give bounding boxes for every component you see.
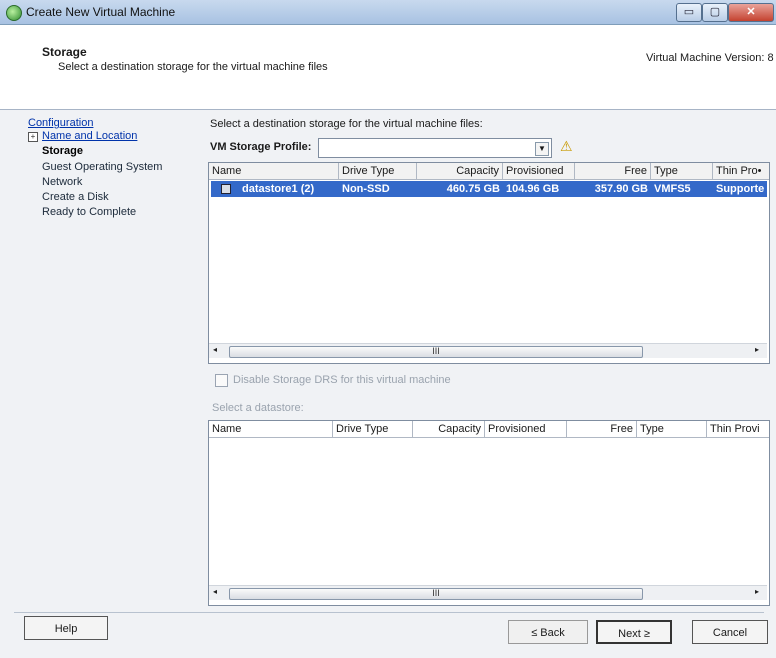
footer-divider: [14, 612, 764, 613]
step-network: Network: [42, 176, 83, 188]
step-create-disk: Create a Disk: [42, 191, 109, 203]
scroll-right-icon[interactable]: ▸: [755, 587, 759, 596]
scroll-left-icon[interactable]: ◂: [213, 345, 217, 354]
col-capacity[interactable]: Capacity: [417, 163, 503, 179]
vsphere-app-icon: [6, 5, 22, 21]
disable-drs-checkbox[interactable]: [215, 374, 228, 387]
vm-storage-profile-label: VM Storage Profile:: [210, 141, 312, 153]
minimize-button[interactable]: ▭: [676, 3, 702, 22]
cancel-button[interactable]: Cancel: [692, 620, 768, 644]
window-title: Create New Virtual Machine: [26, 5, 176, 19]
col-name[interactable]: Name: [209, 163, 339, 179]
expand-icon[interactable]: +: [28, 132, 38, 142]
table-row[interactable]: datastore1 (2) Non-SSD 460.75 GB 104.96 …: [211, 181, 767, 197]
cell-provisioned: 104.96 GB: [506, 183, 560, 195]
datastore-table: Name Drive Type Capacity Provisioned Fre…: [208, 162, 770, 364]
col-type[interactable]: Type: [651, 163, 713, 179]
col-capacity[interactable]: Capacity: [413, 421, 485, 437]
back-button[interactable]: ≤ Back: [508, 620, 588, 644]
cell-type: VMFS5: [654, 183, 691, 195]
cell-drive-type: Non-SSD: [342, 183, 390, 195]
datastore-cluster-table: Name Drive Type Capacity Provisioned Fre…: [208, 420, 770, 606]
col-provisioned[interactable]: Provisioned: [503, 163, 575, 179]
vm-storage-profile-select[interactable]: ▼: [318, 138, 552, 158]
next-button[interactable]: Next ≥: [596, 620, 672, 644]
vm-version-label: Virtual Machine Version: 8: [646, 52, 774, 64]
instruction-text: Select a destination storage for the vir…: [210, 118, 483, 130]
col-thin-provisioning[interactable]: Thin Pro•: [713, 163, 769, 179]
col-provisioned[interactable]: Provisioned: [485, 421, 567, 437]
chevron-down-icon[interactable]: ▼: [535, 142, 549, 156]
datastore-table-header: Name Drive Type Capacity Provisioned Fre…: [209, 163, 769, 180]
cell-thin: Supporte: [716, 183, 765, 195]
col-type[interactable]: Type: [637, 421, 707, 437]
title-bar[interactable]: Create New Virtual Machine ▭ ▢ ✕: [0, 0, 776, 25]
wizard-header: Storage Select a destination storage for…: [0, 25, 776, 110]
page-subtitle: Select a destination storage for the vir…: [58, 61, 328, 73]
col-drive-type[interactable]: Drive Type: [339, 163, 417, 179]
step-configuration[interactable]: Configuration: [28, 117, 93, 129]
select-datastore-label: Select a datastore:: [212, 402, 304, 414]
cluster-table-header: Name Drive Type Capacity Provisioned Fre…: [209, 421, 769, 438]
close-button[interactable]: ✕: [728, 3, 774, 22]
step-ready-to-complete: Ready to Complete: [42, 206, 137, 218]
scroll-right-icon[interactable]: ▸: [755, 345, 759, 354]
col-thin-provisioning[interactable]: Thin Provi: [707, 421, 769, 437]
maximize-button[interactable]: ▢: [702, 3, 728, 22]
scroll-thumb[interactable]: III: [229, 588, 643, 600]
cell-name: datastore1 (2): [242, 183, 315, 195]
page-title: Storage: [42, 45, 87, 59]
col-free[interactable]: Free: [575, 163, 651, 179]
datastore-icon: [221, 184, 231, 194]
close-icon: ✕: [746, 6, 756, 18]
step-name-and-location[interactable]: Name and Location: [42, 130, 137, 142]
top-table-hscroll[interactable]: ◂ III ▸: [209, 343, 767, 358]
scroll-thumb[interactable]: III: [229, 346, 643, 358]
step-storage: Storage: [42, 145, 83, 157]
bottom-table-hscroll[interactable]: ◂ III ▸: [209, 585, 767, 600]
minimize-icon: ▭: [683, 6, 695, 18]
warning-triangle-icon: ⚠: [560, 138, 573, 154]
scroll-left-icon[interactable]: ◂: [213, 587, 217, 596]
maximize-icon: ▢: [709, 6, 721, 18]
disable-drs-label: Disable Storage DRS for this virtual mac…: [233, 374, 451, 386]
cell-free: 357.90 GB: [594, 183, 648, 195]
cell-capacity: 460.75 GB: [446, 183, 500, 195]
col-name[interactable]: Name: [209, 421, 333, 437]
col-drive-type[interactable]: Drive Type: [333, 421, 413, 437]
help-button[interactable]: Help: [24, 616, 108, 640]
create-vm-dialog: Create New Virtual Machine ▭ ▢ ✕ Storage…: [0, 0, 776, 658]
col-free[interactable]: Free: [567, 421, 637, 437]
step-guest-os: Guest Operating System: [42, 161, 163, 173]
